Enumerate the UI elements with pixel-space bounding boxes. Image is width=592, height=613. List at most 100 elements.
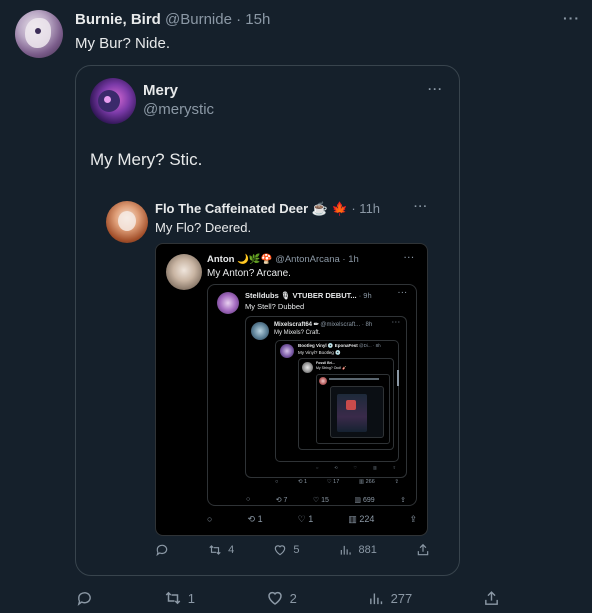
l2-reply-icon: ○ [246, 496, 251, 503]
l1-header: Anton 🌙🌿🍄 @AntonArcana · 1h [207, 254, 359, 265]
quote-views-button[interactable]: 881 [339, 543, 377, 557]
reply-button[interactable] [76, 589, 93, 607]
avatar-flo[interactable] [106, 201, 148, 243]
quote-like-count: 5 [293, 544, 300, 556]
l2-header: Stelldubs 🎙 VTUBER DEBUT... · 9h [245, 291, 372, 300]
avatar-stelldubs [217, 292, 239, 314]
l2-more-icon: ··· [398, 290, 408, 297]
l5-header: Fossil Bri... [316, 361, 335, 365]
reply-icon [156, 544, 168, 557]
nested-time[interactable]: · 11h [351, 201, 380, 216]
author-name[interactable]: Burnie, Bird [75, 11, 161, 28]
l2-views: ▥ 699 [354, 497, 375, 504]
l3-actions: ○ ⟲ 1 ♡ 17 ▥ 266 ⇪ [275, 479, 399, 485]
l2-author-name: Stelldubs 🎙 VTUBER DEBUT... [245, 291, 357, 300]
l4-handle: @Di... · 8h [359, 343, 381, 348]
avatar-mery[interactable] [90, 78, 136, 124]
l3-more-icon: ··· [392, 320, 401, 326]
l1-views: ▥ 224 [348, 514, 375, 524]
tweet-time[interactable]: · 15h [236, 11, 270, 28]
l3-views: ▥ 266 [358, 479, 375, 485]
l2-likes: ♡ 15 [312, 497, 329, 504]
heart-icon [267, 591, 282, 605]
quote-actions: 4 5 881 [155, 543, 430, 557]
l3-header: Mixelscraft64 ✏ @mixelscraft... · 8h [274, 321, 372, 328]
l1-more-icon: ··· [404, 253, 415, 262]
l1-author-name: Anton 🌙🌿🍄 [207, 254, 273, 265]
l4-like-icon: ♡ [353, 465, 358, 470]
share-icon [417, 543, 429, 556]
l1-handle: @AntonArcana · 1h [275, 254, 359, 265]
l2-retweets: ⟲ 7 [275, 497, 288, 504]
l3-likes: ♡ 17 [326, 479, 340, 485]
l3-text: My Mixels? Craft. [274, 330, 321, 336]
l3-author-name: Mixelscraft64 ✏ [274, 322, 319, 328]
l1-text: My Anton? Arcane. [207, 268, 291, 279]
reply-icon [77, 591, 91, 606]
scrollbar-l4 [397, 370, 399, 386]
more-icon[interactable]: ··· [563, 10, 580, 26]
views-icon [369, 593, 382, 604]
l1-retweets: ⟲ 1 [247, 514, 263, 524]
l4-views-icon: ▥ [372, 465, 377, 470]
retweet-icon [165, 591, 180, 605]
l1-reply-icon: ○ [207, 514, 213, 524]
l4-header: Bootleg Vinyl 💿 EponaFest @Di... · 8h [298, 343, 381, 349]
l1-actions: ○ ⟲ 1 ♡ 1 ▥ 224 ⇪ [207, 514, 417, 525]
l4-author-name: Bootleg Vinyl 💿 EponaFest [298, 343, 358, 348]
main-actions: 1 2 277 [76, 589, 500, 607]
avatar-l6 [319, 377, 327, 385]
quote-text: My Mery? Stic. [90, 150, 203, 169]
quote-retweet-count: 4 [228, 544, 235, 556]
views-count: 277 [390, 590, 413, 606]
quote-author-name[interactable]: Mery [143, 82, 178, 99]
quote-share-button[interactable] [416, 543, 430, 557]
quote-author-handle[interactable]: @merystic [143, 101, 214, 118]
l2-text: My Stell? Dubbed [245, 302, 305, 311]
avatar-mixelscraft [251, 322, 269, 340]
avatar-anton [166, 254, 202, 290]
l1-share-icon: ⇪ [409, 514, 417, 524]
l4-share-icon: ⇪ [392, 465, 396, 470]
avatar-bootleg [280, 344, 294, 358]
l2-handle: · 9h [358, 291, 372, 300]
tweet-text: My Bur? Nide. [75, 35, 171, 52]
views-button[interactable]: 277 [368, 589, 413, 607]
l3-retweets: ⟲ 1 [297, 479, 308, 485]
l4-text: My Vinyl? Bootleg 💿 [298, 350, 341, 355]
quote-reply-button[interactable] [155, 543, 169, 557]
quote-views-count: 881 [358, 544, 377, 556]
nested-text: My Flo? Deered. [155, 220, 252, 235]
quote-retweet-button[interactable]: 4 [208, 543, 234, 557]
retweet-count: 1 [187, 590, 195, 606]
share-icon [485, 590, 498, 605]
l5-author-name: Fossil Bri... [316, 361, 335, 365]
nested-more-icon[interactable]: ··· [414, 201, 428, 213]
l1-likes: ♡ 1 [297, 514, 314, 524]
like-count: 2 [289, 590, 297, 606]
l3-reply-icon: ○ [275, 479, 279, 485]
like-button[interactable]: 2 [266, 589, 297, 607]
l6-line [329, 378, 379, 380]
share-button[interactable] [483, 589, 500, 607]
nested-author-name[interactable]: Flo The Caffeinated Deer ☕ 🍁 [155, 201, 348, 216]
l2-share-icon: ⇪ [400, 497, 406, 504]
l4-actions: ○ ⟲ ♡ ▥ ⇪ [316, 465, 396, 470]
nested-header: Flo The Caffeinated Deer ☕ 🍁 · 11h [155, 201, 380, 217]
l3-share-icon: ⇪ [394, 479, 399, 485]
l7-accent [346, 400, 356, 410]
main-tweet-header: Burnie, Bird @Burnide · 15h [75, 11, 270, 28]
author-handle[interactable]: @Burnide [165, 11, 232, 28]
avatar-burnie[interactable] [15, 10, 63, 58]
l4-reply-icon: ○ [316, 465, 319, 470]
avatar-fossil [302, 362, 313, 373]
l3-handle: @mixelscraft... · 8h [320, 322, 373, 328]
views-icon [340, 545, 351, 555]
quote-like-button[interactable]: 5 [273, 543, 299, 557]
retweet-icon [209, 545, 221, 555]
l4-retweet-icon: ⟲ [334, 465, 338, 470]
quote-more-icon[interactable]: ··· [428, 82, 443, 96]
retweet-button[interactable]: 1 [164, 589, 195, 607]
heart-icon [275, 545, 286, 556]
l2-actions: ○ ⟲ 7 ♡ 15 ▥ 699 ⇪ [246, 496, 406, 504]
